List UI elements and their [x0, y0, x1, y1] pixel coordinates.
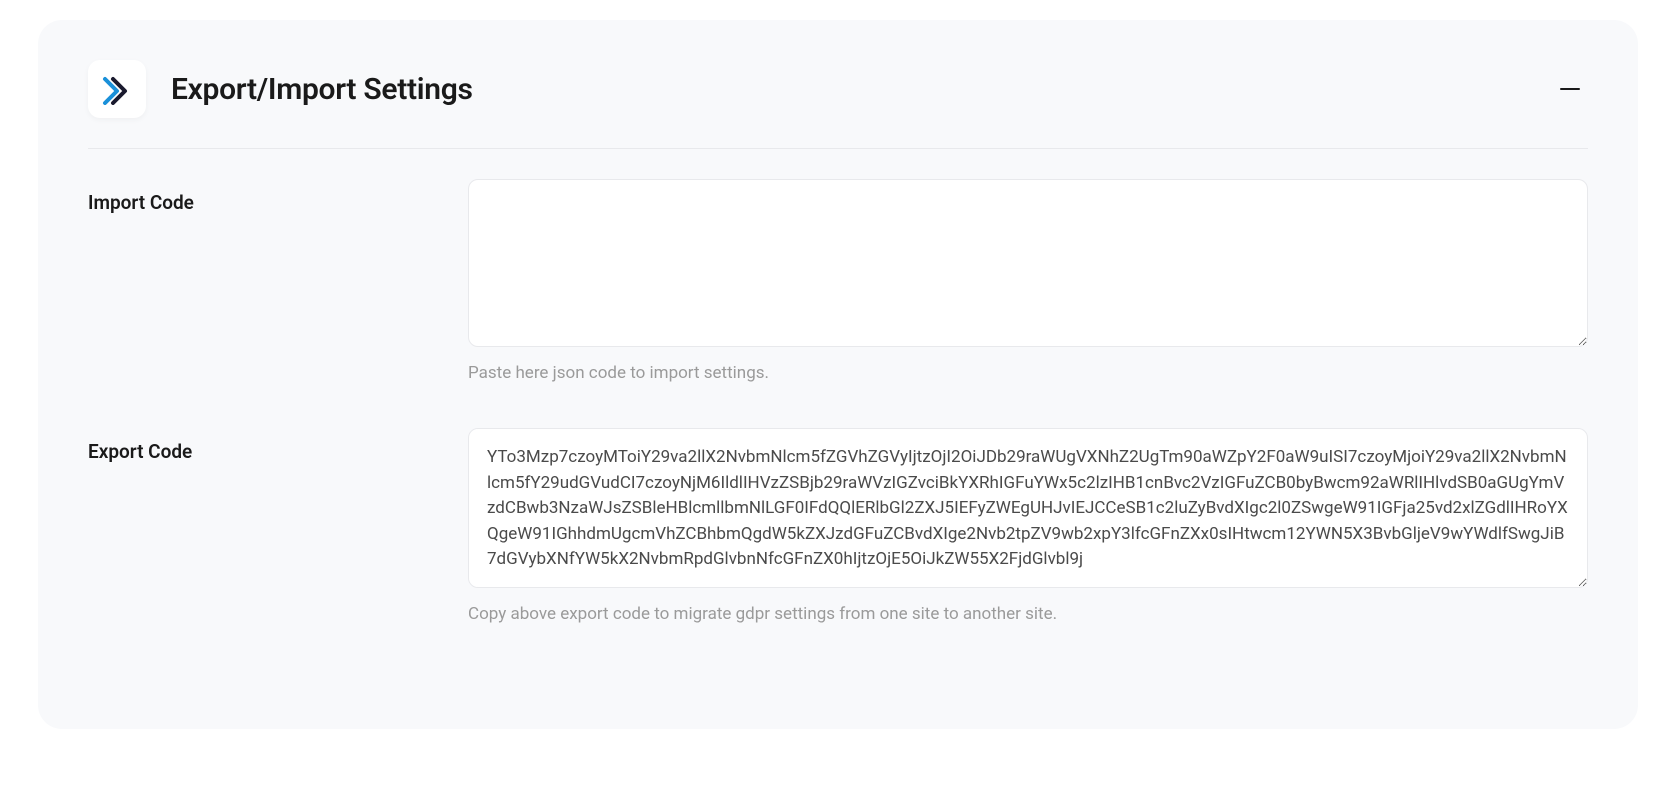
logo-box: [88, 60, 146, 118]
export-field: Copy above export code to migrate gdpr s…: [468, 428, 1588, 624]
import-row: Import Code Paste here json code to impo…: [88, 179, 1588, 383]
app-logo-icon: [101, 73, 133, 105]
collapse-button[interactable]: [1552, 80, 1588, 99]
import-field: Paste here json code to import settings.: [468, 179, 1588, 383]
panel-title: Export/Import Settings: [171, 72, 473, 107]
settings-panel: Export/Import Settings Import Code Paste…: [38, 20, 1638, 729]
import-help-text: Paste here json code to import settings.: [468, 363, 1588, 383]
import-code-textarea[interactable]: [468, 179, 1588, 347]
panel-header-left: Export/Import Settings: [88, 60, 473, 118]
panel-header: Export/Import Settings: [88, 60, 1588, 149]
import-label: Import Code: [88, 179, 428, 383]
export-row: Export Code Copy above export code to mi…: [88, 428, 1588, 624]
export-code-textarea[interactable]: [468, 428, 1588, 588]
export-label: Export Code: [88, 428, 428, 624]
minus-icon: [1560, 88, 1580, 91]
export-help-text: Copy above export code to migrate gdpr s…: [468, 604, 1588, 624]
